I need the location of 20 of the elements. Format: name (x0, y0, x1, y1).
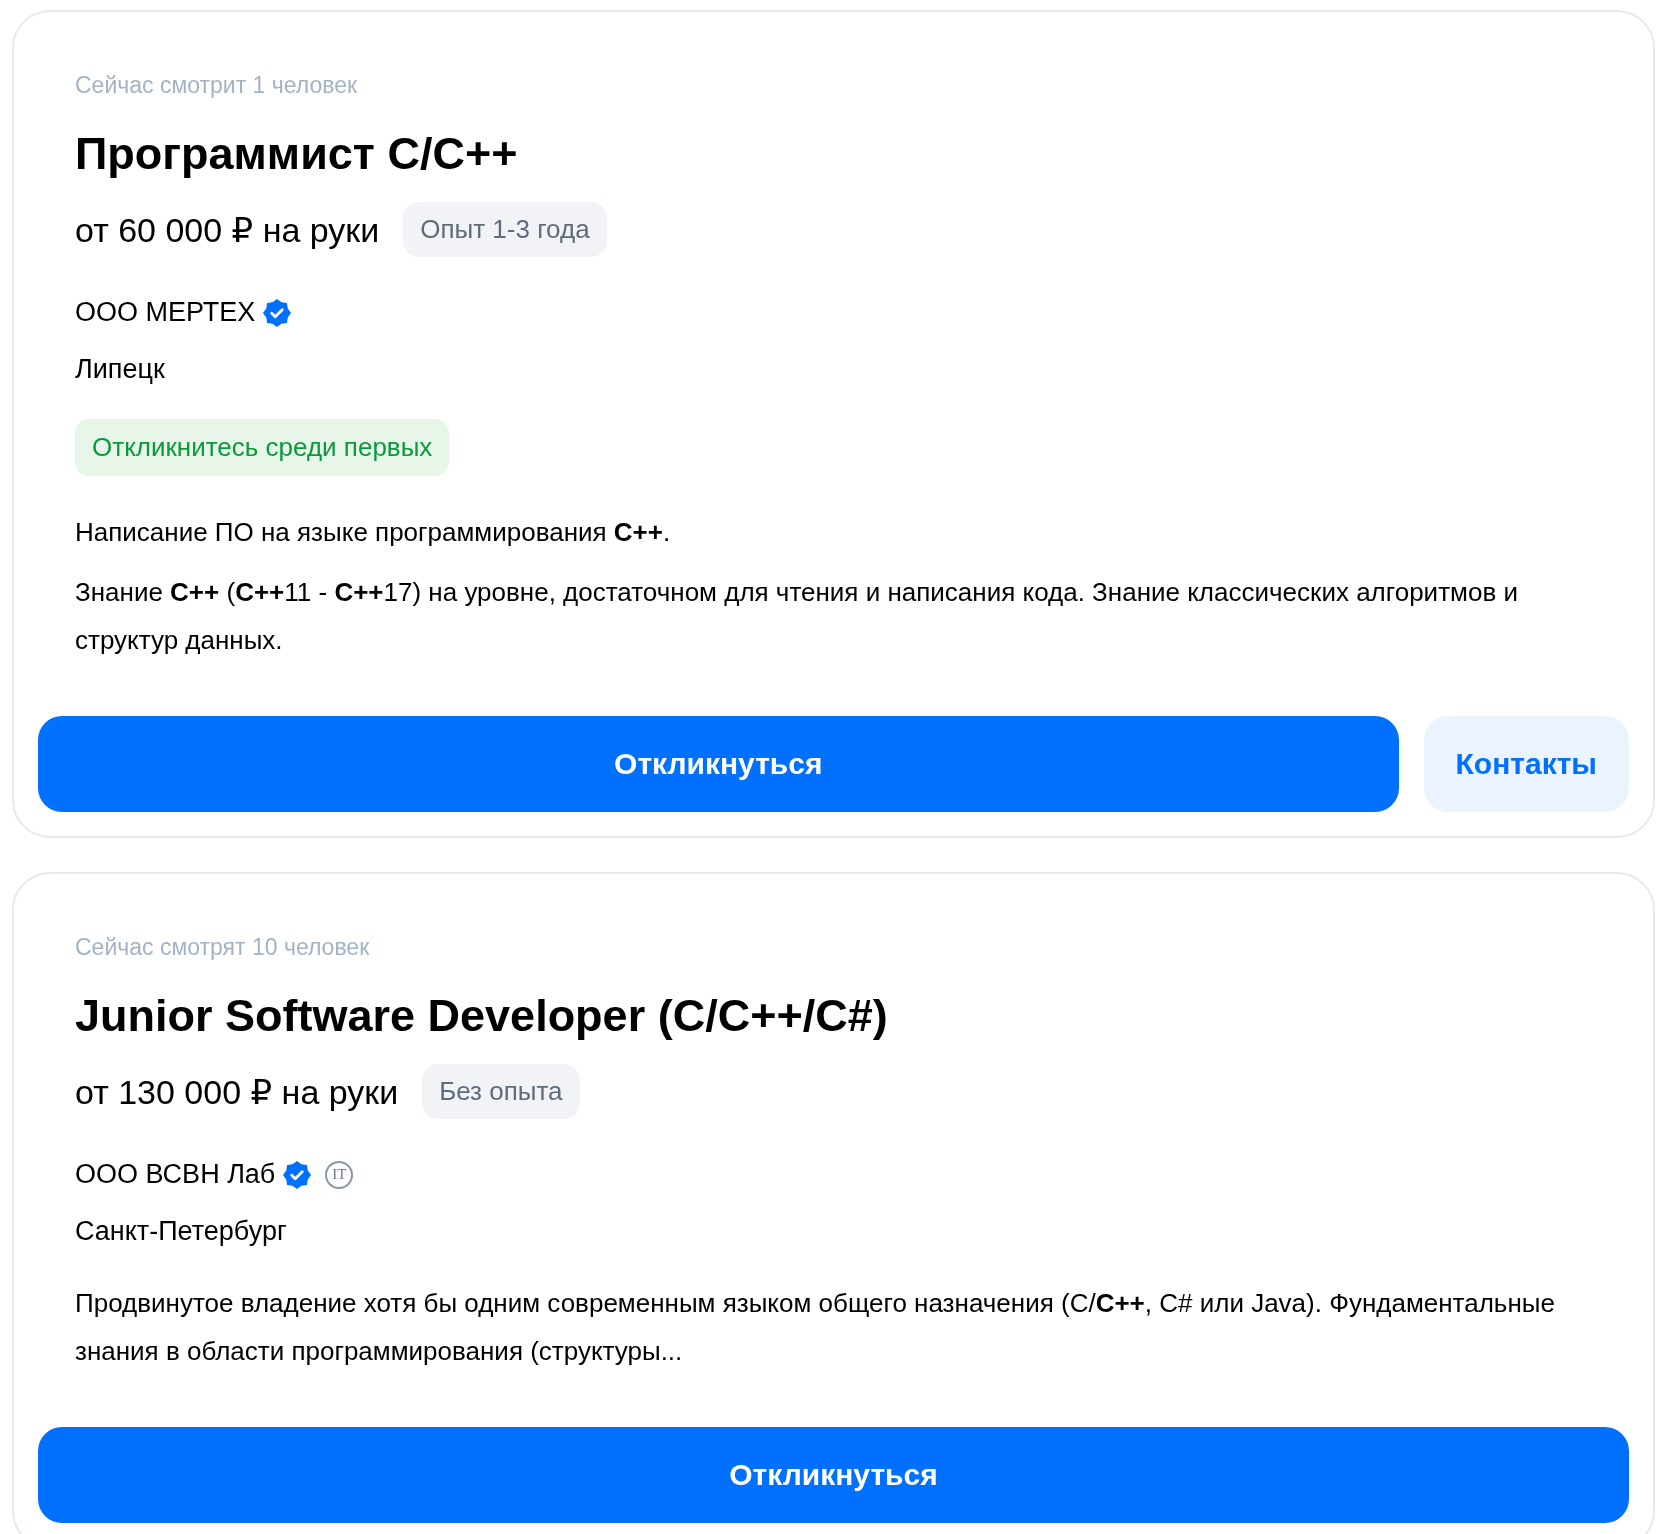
experience-tag: Опыт 1-3 года (403, 202, 607, 257)
it-accreditation-icon: IT (325, 1160, 354, 1189)
viewers-count: Сейчас смотрят 10 человек (75, 933, 371, 962)
contacts-button[interactable]: Контакты (1423, 716, 1629, 812)
experience-tag: Без опыта (422, 1064, 580, 1119)
description-text: Знание C++ (C++11 - C++17) на уровне, достаточном для чтения и написания кода. Знание классических алгоритмов и структур данных. (75, 576, 1519, 657)
respond-first-tag: Откликнитесь среди первых (75, 419, 450, 476)
city-text: Липецк (75, 354, 166, 385)
description-text: Продвинутое владение хотя бы одним современным языком общего назначения (C/C++, C# или Java). Фундаментальные знания в области программирования (структуры... (75, 1287, 1556, 1368)
city-text: Санкт-Петербург (75, 1216, 288, 1247)
description-text: Написание ПО на языке программирования C++. (75, 516, 672, 549)
company-name[interactable]: ООО ВСВН Лаб (75, 1159, 276, 1190)
salary-text: от 60 000 ₽ на руки (75, 209, 380, 250)
vacancy-title[interactable]: Программист C/C++ (75, 126, 1592, 182)
viewers-count: Сейчас смотрит 1 человек (75, 71, 359, 100)
company-name[interactable]: ООО МЕРТЕХ (75, 297, 256, 328)
salary-text: от 130 000 ₽ на руки (75, 1071, 399, 1112)
respond-button[interactable]: Откликнуться (38, 716, 1399, 812)
respond-button[interactable]: Откликнуться (38, 1427, 1629, 1523)
vacancy-title[interactable]: Junior Software Developer (C/C++/C#) (75, 988, 1592, 1044)
